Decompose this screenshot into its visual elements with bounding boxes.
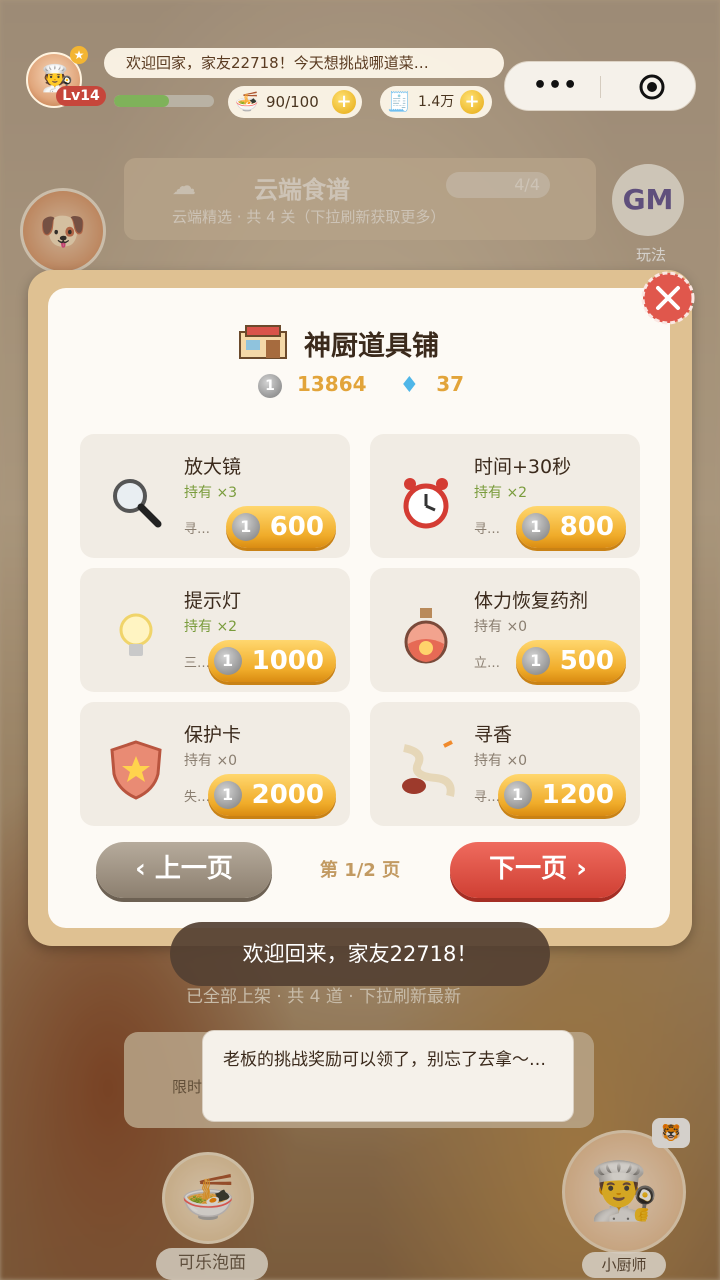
item-desc: 寻… [184, 522, 211, 537]
diamond-icon: ♦ [399, 373, 420, 398]
shop-coins: 13864 [296, 372, 367, 396]
item-owned: 持有 ×3 [184, 485, 238, 501]
star-icon: ★ [70, 46, 88, 64]
item-price: 800 [559, 512, 614, 542]
item-name: 体力恢复药剂 [474, 590, 589, 612]
xp-progress-bar [114, 95, 214, 107]
item-price: 500 [559, 646, 614, 676]
alarm-clock-icon [403, 478, 449, 529]
buy-button[interactable]: 1 1000 [207, 640, 336, 682]
add-stamina-button[interactable]: + [332, 90, 356, 114]
buy-button[interactable]: 1 2000 [207, 774, 336, 816]
noodle-bowl-icon: 🍜 [235, 91, 259, 113]
shield-icon [110, 740, 162, 800]
coin-icon: 1 [521, 513, 550, 541]
more-dots-icon[interactable]: ••• [533, 73, 578, 98]
item-owned: 持有 ×0 [474, 619, 528, 635]
prev-page-button[interactable]: ‹ 上一页 [96, 842, 272, 898]
stamina-pill[interactable]: 🍜 90/100 + [228, 86, 362, 118]
coins-pill[interactable]: 🧾 1.4万 + [380, 86, 492, 118]
buy-button[interactable]: 1 1200 [497, 774, 626, 816]
lightbulb-icon [119, 613, 153, 656]
chef-chat-bubble[interactable]: 老板的挑战奖励可以领了，别忘了去拿～… [202, 1030, 574, 1122]
page-indicator: 第 1/2 页 [319, 860, 401, 881]
item-price: 1000 [251, 646, 324, 676]
item-name: 保护卡 [184, 724, 242, 746]
shop-item-card[interactable]: 体力恢复药剂 持有 ×0 立… 1 500 [370, 568, 640, 692]
item-desc: 寻… [474, 790, 501, 805]
shop-item-card[interactable]: 寻香 持有 ×0 寻… 1 1200 [370, 702, 640, 826]
add-coins-button[interactable]: + [460, 90, 484, 114]
item-desc: 寻… [474, 522, 501, 537]
item-desc: 立… [474, 656, 501, 671]
item-name: 提示灯 [184, 590, 242, 612]
stamina-value: 90/100 [266, 93, 319, 111]
coin-icon: 1 [503, 781, 532, 809]
magnifier-icon [113, 479, 162, 528]
level-badge: Lv14 [56, 86, 106, 106]
coin-icon: 1 [258, 373, 282, 398]
incense-icon [402, 740, 455, 797]
welcome-toast: 欢迎回来，家友22718！ [170, 922, 550, 986]
target-icon[interactable] [637, 72, 667, 102]
item-price: 2000 [251, 780, 324, 810]
shop-icon [239, 325, 287, 359]
coins-value: 1.4万 [418, 94, 455, 110]
item-owned: 持有 ×2 [474, 485, 528, 501]
shop-item-card[interactable]: 保护卡 持有 ×0 失… 1 2000 [80, 702, 350, 826]
item-price: 1200 [541, 780, 614, 810]
item-desc: 三… [184, 656, 211, 671]
close-icon[interactable] [636, 270, 696, 326]
shop-item-card[interactable]: 提示灯 持有 ×2 三… 1 1000 [80, 568, 350, 692]
mini-program-capsule: ••• [504, 61, 696, 111]
coin-icon: 1 [231, 513, 260, 541]
shop-item-card[interactable]: 时间+30秒 持有 ×2 寻… 1 800 [370, 434, 640, 558]
xp-progress-fill [114, 95, 169, 107]
buy-button[interactable]: 1 500 [515, 640, 626, 682]
coin-icon: 1 [521, 647, 550, 675]
buy-button[interactable]: 1 800 [515, 506, 626, 548]
item-desc: 失… [184, 790, 211, 805]
welcome-banner: 欢迎回家，家友22718！今天想挑战哪道菜… [104, 48, 504, 78]
coin-icon: 1 [213, 647, 242, 675]
capsule-divider [600, 76, 601, 98]
shop-gems: 37 [436, 372, 465, 396]
item-price: 600 [269, 512, 324, 542]
shop-currency-row: 1 13864 ♦ 37 [258, 372, 498, 400]
item-owned: 持有 ×0 [474, 753, 528, 769]
next-page-button[interactable]: 下一页 › [450, 842, 626, 898]
potion-icon [404, 608, 448, 664]
item-name: 寻香 [474, 724, 513, 746]
buy-button[interactable]: 1 600 [225, 506, 336, 548]
coin-icon: 1 [213, 781, 242, 809]
shop-title-row: 神厨道具铺 [236, 322, 496, 362]
item-owned: 持有 ×2 [184, 619, 238, 635]
item-name: 放大镜 [184, 456, 242, 478]
item-name: 时间+30秒 [474, 456, 572, 478]
shop-item-card[interactable]: 放大镜 持有 ×3 寻… 1 600 [80, 434, 350, 558]
shop-title: 神厨道具铺 [304, 331, 439, 362]
item-owned: 持有 ×0 [184, 753, 238, 769]
cash-register-icon: 🧾 [387, 91, 411, 113]
